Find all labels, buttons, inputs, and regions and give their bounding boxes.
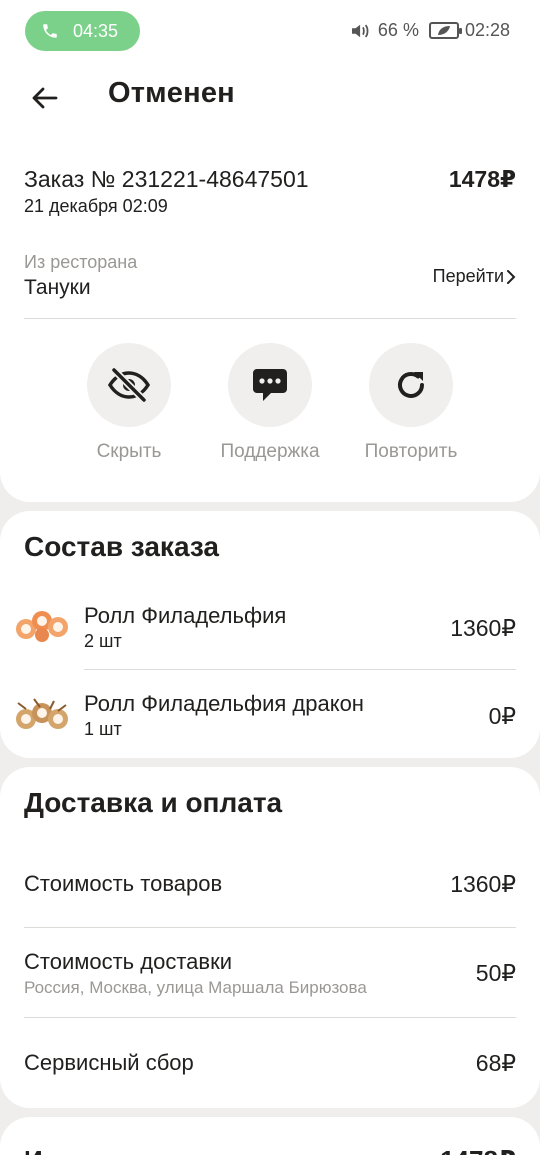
roll-image: [16, 698, 68, 729]
call-timer: 04:35: [73, 20, 119, 41]
delivery-address: Россия, Москва, улица Маршала Бирюзова: [24, 978, 367, 997]
divider: [84, 669, 516, 670]
item-name: Ролл Филадельфия: [84, 603, 287, 628]
order-number: Заказ № 231221-48647501: [24, 166, 309, 192]
goto-label: Перейти: [432, 266, 504, 286]
item-quantity: 1 шт: [84, 719, 122, 739]
delivery-cost-label: Стоимость доставки: [24, 949, 232, 974]
battery-percent: 66 %: [377, 20, 419, 40]
ongoing-call-pill[interactable]: 04:35: [25, 11, 140, 51]
section-title: Доставка и оплата: [24, 787, 283, 818]
status-bar: 04:35 66 % 02:28: [0, 0, 540, 64]
app-header: Отменен: [0, 64, 540, 136]
hide-label: Скрыть: [96, 441, 162, 462]
repeat-order-button[interactable]: Повторить: [346, 343, 476, 463]
page-title: Отменен: [108, 77, 235, 109]
chevron-right-icon: [507, 269, 516, 284]
total-label: Итого: [24, 1145, 97, 1155]
restaurant-label: Из ресторана: [24, 252, 138, 272]
divider: [24, 1017, 516, 1018]
service-fee-label: Сервисный сбор: [24, 1050, 194, 1075]
repeat-icon: [398, 372, 424, 398]
order-info-card: Заказ № 231221-48647501 21 декабря 02:09…: [0, 136, 540, 502]
back-button[interactable]: [24, 78, 64, 118]
service-fee-value: 68₽: [475, 1050, 516, 1076]
restaurant-name: Тануки: [24, 276, 91, 299]
roll-image: [16, 611, 68, 642]
clock: 02:28: [464, 20, 510, 40]
goods-cost-label: Стоимость товаров: [24, 871, 223, 896]
divider: [24, 927, 516, 928]
goods-cost-value: 1360₽: [450, 871, 516, 897]
battery-icon: [428, 22, 462, 39]
repeat-label: Повторить: [364, 441, 458, 462]
support-label: Поддержка: [220, 441, 320, 462]
hide-order-button[interactable]: Скрыть: [64, 343, 194, 463]
section-title: Состав заказа: [24, 531, 219, 562]
phone-icon: [43, 24, 57, 38]
status-indicators: 66 % 02:28: [350, 20, 510, 41]
item-price: 1360₽: [450, 615, 516, 641]
delivery-cost-value: 50₽: [475, 960, 516, 986]
divider: [24, 318, 516, 319]
item-quantity: 2 шт: [84, 631, 122, 651]
support-button[interactable]: Поддержка: [205, 343, 335, 463]
arrow-left-icon: [32, 87, 58, 109]
item-name: Ролл Филадельфия дракон: [84, 691, 364, 716]
order-total: 1478₽: [448, 166, 516, 192]
goto-restaurant-link[interactable]: Перейти: [433, 266, 516, 287]
chat-icon: [253, 369, 287, 401]
total-value: 1478₽: [440, 1145, 516, 1155]
volume-icon: [351, 23, 369, 38]
total-card: Итого 1478₽: [0, 1117, 540, 1155]
delivery-payment-card: Доставка и оплата Стоимость товаров 1360…: [0, 767, 540, 1108]
order-date: 21 декабря 02:09: [24, 196, 168, 216]
eye-off-icon: [107, 367, 151, 403]
order-composition-card: Состав заказа Ролл Филадельфия 2 шт 1360…: [0, 511, 540, 758]
item-price: 0₽: [488, 703, 516, 729]
